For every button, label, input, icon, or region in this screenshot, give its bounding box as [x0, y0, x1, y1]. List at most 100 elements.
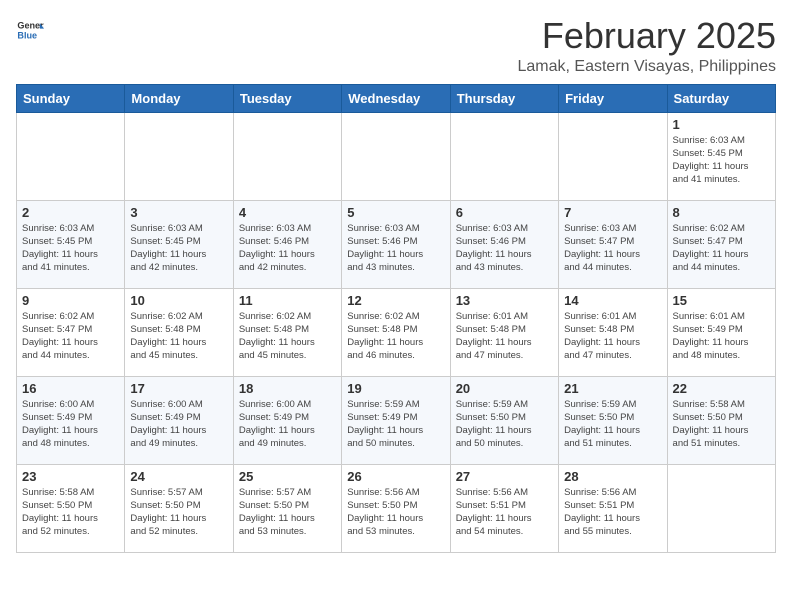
weekday-header-monday: Monday — [125, 84, 233, 112]
calendar-cell — [342, 112, 450, 200]
day-info: Sunrise: 6:00 AM Sunset: 5:49 PM Dayligh… — [22, 398, 119, 451]
day-number: 15 — [673, 293, 770, 308]
weekday-header-thursday: Thursday — [450, 84, 558, 112]
day-info: Sunrise: 5:58 AM Sunset: 5:50 PM Dayligh… — [673, 398, 770, 451]
day-number: 23 — [22, 469, 119, 484]
day-number: 27 — [456, 469, 553, 484]
month-year-title: February 2025 — [517, 16, 776, 56]
day-number: 3 — [130, 205, 227, 220]
day-info: Sunrise: 6:03 AM Sunset: 5:46 PM Dayligh… — [456, 222, 553, 275]
day-info: Sunrise: 5:56 AM Sunset: 5:51 PM Dayligh… — [456, 486, 553, 539]
calendar-cell: 14Sunrise: 6:01 AM Sunset: 5:48 PM Dayli… — [559, 288, 667, 376]
day-number: 17 — [130, 381, 227, 396]
day-info: Sunrise: 5:57 AM Sunset: 5:50 PM Dayligh… — [130, 486, 227, 539]
day-number: 20 — [456, 381, 553, 396]
day-info: Sunrise: 5:59 AM Sunset: 5:49 PM Dayligh… — [347, 398, 444, 451]
calendar-cell: 11 Sunrise: 6:02 AM Sunset: 5:48 PM Dayli… — [233, 288, 341, 376]
logo-icon: General Blue — [16, 16, 44, 44]
calendar-cell: 12 Sunrise: 6:02 AM Sunset: 5:48 PM Dayli… — [342, 288, 450, 376]
day-info: Sunrise: 6:02 AM Sunset: 5:47 PM Dayligh… — [22, 310, 119, 363]
day-number: 21 — [564, 381, 661, 396]
calendar-cell: 4 Sunrise: 6:03 AM Sunset: 5:46 PM Daylig… — [233, 200, 341, 288]
day-number: 28 — [564, 469, 661, 484]
day-info: Sunrise: 6:02 AM Sunset: 5:48 PM Dayligh… — [239, 310, 336, 363]
day-number: 4 — [239, 205, 336, 220]
calendar-cell: 23 Sunrise: 5:58 AM Sunset: 5:50 PM Dayli… — [17, 464, 125, 552]
calendar-cell: 27 Sunrise: 5:56 AM Sunset: 5:51 PM Dayli… — [450, 464, 558, 552]
day-info: Sunrise: 5:56 AM Sunset: 5:50 PM Dayligh… — [347, 486, 444, 539]
day-info: Sunrise: 5:57 AM Sunset: 5:50 PM Dayligh… — [239, 486, 336, 539]
calendar-cell: 10 Sunrise: 6:02 AM Sunset: 5:48 PM Dayli… — [125, 288, 233, 376]
day-number: 19 — [347, 381, 444, 396]
day-number: 6 — [456, 205, 553, 220]
svg-text:Blue: Blue — [17, 30, 37, 40]
calendar-cell: 6 Sunrise: 6:03 AM Sunset: 5:46 PM Daylig… — [450, 200, 558, 288]
calendar-cell: 15 Sunrise: 6:01 AM Sunset: 5:49 PM Dayli… — [667, 288, 775, 376]
calendar-week-row: 1 Sunrise: 6:03 AM Sunset: 5:45 PM Daylig… — [17, 112, 776, 200]
calendar-cell — [667, 464, 775, 552]
calendar-week-row: 23 Sunrise: 5:58 AM Sunset: 5:50 PM Dayli… — [17, 464, 776, 552]
day-info: Sunrise: 6:01 AM Sunset: 5:48 PM Dayligh… — [456, 310, 553, 363]
calendar-cell: 19 Sunrise: 5:59 AM Sunset: 5:49 PM Dayli… — [342, 376, 450, 464]
weekday-header-friday: Friday — [559, 84, 667, 112]
calendar-cell: 26 Sunrise: 5:56 AM Sunset: 5:50 PM Dayli… — [342, 464, 450, 552]
calendar-cell — [233, 112, 341, 200]
weekday-header-wednesday: Wednesday — [342, 84, 450, 112]
calendar-week-row: 2Sunrise: 6:03 AM Sunset: 5:45 PM Daylig… — [17, 200, 776, 288]
weekday-header-sunday: Sunday — [17, 84, 125, 112]
calendar-cell: 22 Sunrise: 5:58 AM Sunset: 5:50 PM Dayli… — [667, 376, 775, 464]
calendar-cell: 18 Sunrise: 6:00 AM Sunset: 5:49 PM Dayli… — [233, 376, 341, 464]
calendar-week-row: 16 Sunrise: 6:00 AM Sunset: 5:49 PM Dayli… — [17, 376, 776, 464]
weekday-header-tuesday: Tuesday — [233, 84, 341, 112]
calendar-cell: 28 Sunrise: 5:56 AM Sunset: 5:51 PM Dayli… — [559, 464, 667, 552]
calendar-cell: 7 Sunrise: 6:03 AM Sunset: 5:47 PM Daylig… — [559, 200, 667, 288]
calendar-cell: 16 Sunrise: 6:00 AM Sunset: 5:49 PM Dayli… — [17, 376, 125, 464]
day-number: 26 — [347, 469, 444, 484]
weekday-header-row: SundayMondayTuesdayWednesdayThursdayFrid… — [17, 84, 776, 112]
day-number: 8 — [673, 205, 770, 220]
calendar-cell: 13 Sunrise: 6:01 AM Sunset: 5:48 PM Dayli… — [450, 288, 558, 376]
day-info: Sunrise: 6:03 AM Sunset: 5:45 PM Dayligh… — [22, 222, 119, 275]
day-info: Sunrise: 6:03 AM Sunset: 5:45 PM Dayligh… — [673, 134, 770, 187]
day-info: Sunrise: 6:03 AM Sunset: 5:46 PM Dayligh… — [239, 222, 336, 275]
day-info: Sunrise: 5:56 AM Sunset: 5:51 PM Dayligh… — [564, 486, 661, 539]
day-info: Sunrise: 5:59 AM Sunset: 5:50 PM Dayligh… — [456, 398, 553, 451]
calendar-cell — [450, 112, 558, 200]
day-number: 14 — [564, 293, 661, 308]
day-info: Sunrise: 5:59 AM Sunset: 5:50 PM Dayligh… — [564, 398, 661, 451]
calendar-cell: 25Sunrise: 5:57 AM Sunset: 5:50 PM Dayli… — [233, 464, 341, 552]
day-number: 12 — [347, 293, 444, 308]
day-number: 1 — [673, 117, 770, 132]
calendar-cell: 21 Sunrise: 5:59 AM Sunset: 5:50 PM Dayli… — [559, 376, 667, 464]
day-info: Sunrise: 6:02 AM Sunset: 5:47 PM Dayligh… — [673, 222, 770, 275]
day-number: 16 — [22, 381, 119, 396]
logo: General Blue — [16, 16, 44, 44]
calendar-cell: 3Sunrise: 6:03 AM Sunset: 5:45 PM Daylig… — [125, 200, 233, 288]
calendar-cell: 8 Sunrise: 6:02 AM Sunset: 5:47 PM Daylig… — [667, 200, 775, 288]
day-info: Sunrise: 6:02 AM Sunset: 5:48 PM Dayligh… — [130, 310, 227, 363]
day-info: Sunrise: 6:00 AM Sunset: 5:49 PM Dayligh… — [239, 398, 336, 451]
day-number: 18 — [239, 381, 336, 396]
day-number: 24 — [130, 469, 227, 484]
calendar-cell — [559, 112, 667, 200]
day-number: 13 — [456, 293, 553, 308]
day-info: Sunrise: 6:01 AM Sunset: 5:49 PM Dayligh… — [673, 310, 770, 363]
calendar-cell: 20 Sunrise: 5:59 AM Sunset: 5:50 PM Dayli… — [450, 376, 558, 464]
calendar-cell: 5 Sunrise: 6:03 AM Sunset: 5:46 PM Daylig… — [342, 200, 450, 288]
day-info: Sunrise: 6:02 AM Sunset: 5:48 PM Dayligh… — [347, 310, 444, 363]
day-info: Sunrise: 5:58 AM Sunset: 5:50 PM Dayligh… — [22, 486, 119, 539]
calendar-cell: 24 Sunrise: 5:57 AM Sunset: 5:50 PM Dayli… — [125, 464, 233, 552]
day-info: Sunrise: 6:03 AM Sunset: 5:46 PM Dayligh… — [347, 222, 444, 275]
day-number: 11 — [239, 293, 336, 308]
day-info: Sunrise: 6:03 AM Sunset: 5:47 PM Dayligh… — [564, 222, 661, 275]
calendar-table: SundayMondayTuesdayWednesdayThursdayFrid… — [16, 84, 776, 553]
day-number: 10 — [130, 293, 227, 308]
day-number: 5 — [347, 205, 444, 220]
calendar-cell: 9Sunrise: 6:02 AM Sunset: 5:47 PM Daylig… — [17, 288, 125, 376]
calendar-cell: 1 Sunrise: 6:03 AM Sunset: 5:45 PM Daylig… — [667, 112, 775, 200]
day-number: 22 — [673, 381, 770, 396]
title-block: February 2025 Lamak, Eastern Visayas, Ph… — [517, 16, 776, 76]
calendar-cell: 17Sunrise: 6:00 AM Sunset: 5:49 PM Dayli… — [125, 376, 233, 464]
day-number: 7 — [564, 205, 661, 220]
calendar-cell: 2Sunrise: 6:03 AM Sunset: 5:45 PM Daylig… — [17, 200, 125, 288]
